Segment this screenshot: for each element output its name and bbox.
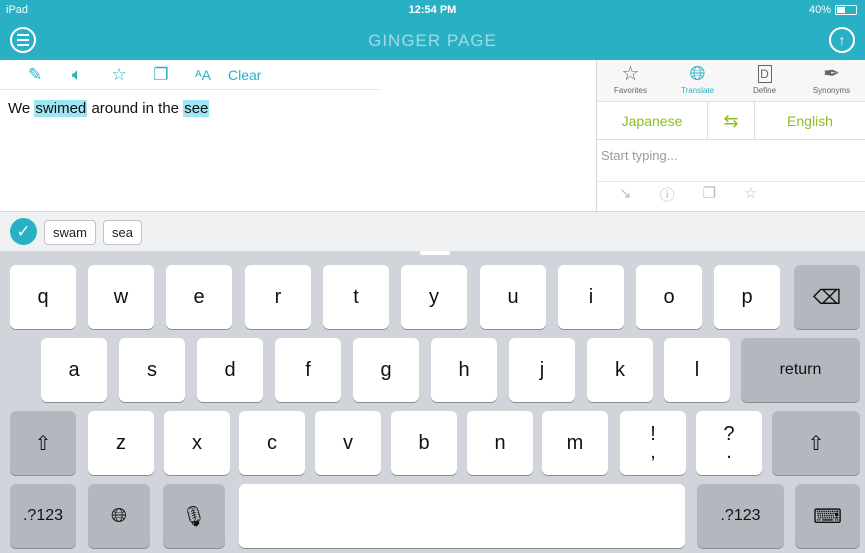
accept-all-icon[interactable]: ✓ <box>10 218 37 245</box>
keyboard: q w e r t y u i o p ⌫ a s d f g h j k l … <box>0 251 865 553</box>
translate-input[interactable]: Start typing... <box>597 140 865 182</box>
key-j[interactable]: j <box>509 338 575 402</box>
tab-favorites[interactable]: ☆ Favorites <box>597 60 664 101</box>
key-r[interactable]: r <box>245 265 311 329</box>
editor-area: ✎ 🔈︎ ☆ ❐ AA Clear We swimed around in th… <box>0 60 596 211</box>
shift-key-right[interactable]: ⇧ <box>772 411 860 475</box>
key-z[interactable]: z <box>88 411 154 475</box>
shift-icon: ⇧ <box>34 432 52 455</box>
shift-key-left[interactable]: ⇧ <box>10 411 76 475</box>
key-c[interactable]: c <box>239 411 305 475</box>
key-a[interactable]: a <box>41 338 107 402</box>
pen-icon[interactable]: ✎ <box>14 61 56 89</box>
share-button[interactable]: ↑ <box>829 27 855 53</box>
status-bar: iPad 12:54 PM 40% <box>0 0 865 20</box>
backspace-key[interactable]: ⌫ <box>794 265 860 329</box>
suggestion-bar: ✓ swam sea <box>0 211 865 251</box>
font-size-icon[interactable]: AA <box>182 61 224 89</box>
key-i[interactable]: i <box>558 265 624 329</box>
microphone-key[interactable]: 🎙︎ <box>163 484 225 548</box>
keyboard-icon: ⌨︎ <box>813 505 842 528</box>
key-d[interactable]: d <box>197 338 263 402</box>
copy-icon[interactable]: ❐ <box>703 184 716 205</box>
translate-panel: ☆ Favorites 🌐︎ Translate D Define ✒︎ Syn… <box>596 60 865 211</box>
key-question-period[interactable]: ? . <box>696 411 762 475</box>
key-x[interactable]: x <box>164 411 230 475</box>
key-q[interactable]: q <box>10 265 76 329</box>
key-u[interactable]: u <box>480 265 546 329</box>
expand-icon[interactable]: ↘ <box>619 184 632 205</box>
backspace-icon: ⌫ <box>812 286 842 309</box>
star-icon: ☆ <box>621 63 640 85</box>
key-y[interactable]: y <box>401 265 467 329</box>
key-g[interactable]: g <box>353 338 419 402</box>
key-o[interactable]: o <box>636 265 702 329</box>
app-logo: GINGER PAGE <box>368 31 497 50</box>
swap-icon[interactable]: ⇆ <box>707 101 755 140</box>
key-w[interactable]: w <box>88 265 154 329</box>
suggestion-sea[interactable]: sea <box>103 220 142 245</box>
clock: 12:54 PM <box>408 4 457 16</box>
key-t[interactable]: t <box>323 265 389 329</box>
panel-actions: ↘ ⓘ ❐ ☆ <box>597 184 865 205</box>
key-m[interactable]: m <box>542 411 608 475</box>
tab-synonyms[interactable]: ✒︎ Synonyms <box>798 60 865 101</box>
battery-percent: 40% <box>808 4 831 16</box>
microphone-icon: 🎙︎ <box>181 505 207 528</box>
error-word-swimed[interactable]: swimed <box>34 100 88 117</box>
tab-translate[interactable]: 🌐︎ Translate <box>664 60 731 101</box>
dictionary-icon: D <box>757 65 772 83</box>
target-language[interactable]: English <box>755 113 865 129</box>
key-p[interactable]: p <box>714 265 780 329</box>
pen-nib-icon: ✒︎ <box>823 63 840 85</box>
battery-icon <box>835 5 857 15</box>
space-key[interactable] <box>239 484 685 548</box>
star-icon[interactable]: ☆ <box>98 61 140 89</box>
key-e[interactable]: e <box>166 265 232 329</box>
editor-text[interactable]: We swimed around in the see <box>0 90 596 127</box>
return-key[interactable]: return <box>741 338 860 402</box>
copy-icon[interactable]: ❐ <box>140 61 182 89</box>
key-n[interactable]: n <box>467 411 533 475</box>
info-icon[interactable]: ⓘ <box>660 184 675 205</box>
language-row: Japanese ⇆ English <box>597 101 865 140</box>
tab-define[interactable]: D Define <box>731 60 798 101</box>
key-s[interactable]: s <box>119 338 185 402</box>
key-exclaim-comma[interactable]: ! , <box>620 411 686 475</box>
text-words: around in the <box>91 100 180 117</box>
globe-key[interactable]: 🌐︎ <box>88 484 150 548</box>
key-f[interactable]: f <box>275 338 341 402</box>
key-v[interactable]: v <box>315 411 381 475</box>
hide-keyboard-key[interactable]: ⌨︎ <box>795 484 860 548</box>
editor-toolbar: ✎ 🔈︎ ☆ ❐ AA Clear <box>0 60 380 90</box>
key-l[interactable]: l <box>664 338 730 402</box>
panel-tabs: ☆ Favorites 🌐︎ Translate D Define ✒︎ Syn… <box>597 60 865 102</box>
keyboard-grabber[interactable] <box>420 251 450 255</box>
speaker-icon[interactable]: 🔈︎ <box>56 61 98 89</box>
suggestion-swam[interactable]: swam <box>44 220 96 245</box>
key-h[interactable]: h <box>431 338 497 402</box>
globe-icon: 🌐︎ <box>689 63 706 85</box>
numbers-key-left[interactable]: .?123 <box>10 484 76 548</box>
key-b[interactable]: b <box>391 411 457 475</box>
numbers-key-right[interactable]: .?123 <box>697 484 784 548</box>
globe-icon: 🌐︎ <box>111 504 127 527</box>
app-bar: GINGER PAGE ↑ <box>0 20 865 60</box>
clear-button[interactable]: Clear <box>228 67 261 83</box>
source-language[interactable]: Japanese <box>597 113 707 129</box>
error-word-see[interactable]: see <box>183 100 210 117</box>
star-icon[interactable]: ☆ <box>744 184 757 205</box>
text-word: We <box>8 100 31 117</box>
shift-icon: ⇧ <box>807 432 825 455</box>
key-k[interactable]: k <box>587 338 653 402</box>
